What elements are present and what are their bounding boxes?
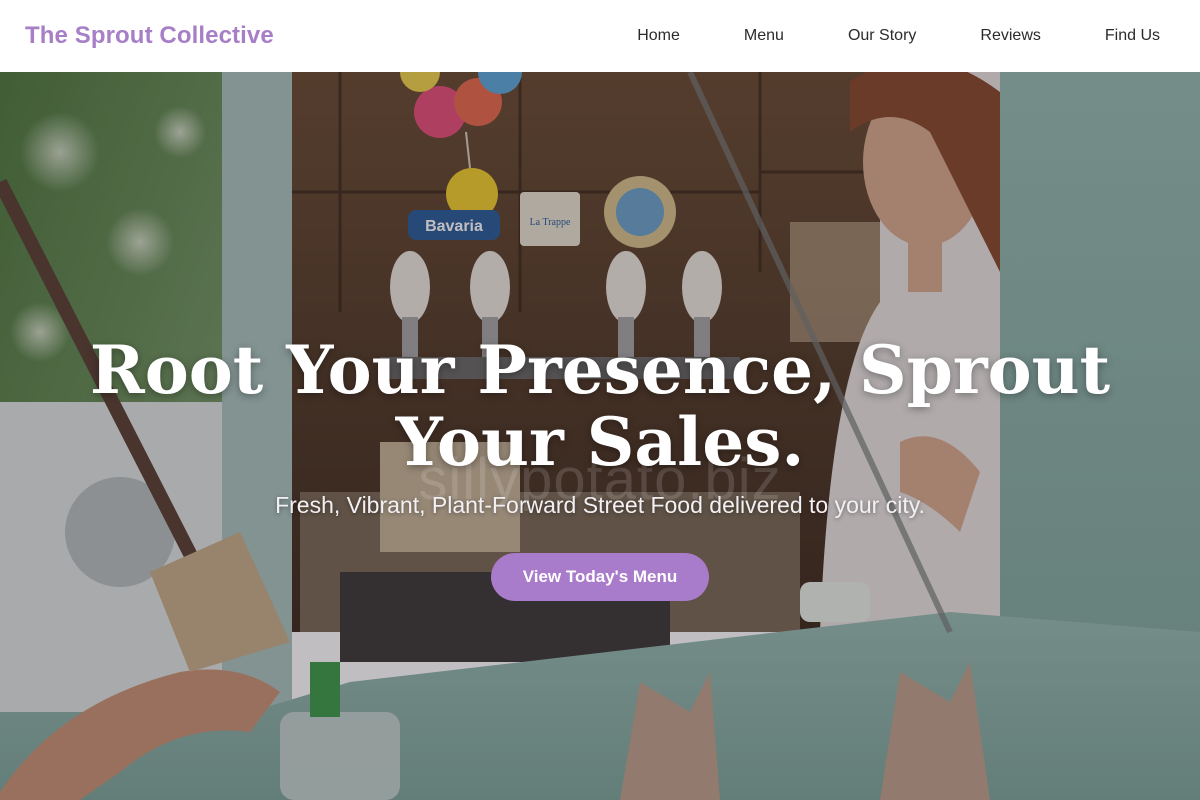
brand-logo-link[interactable]: The Sprout Collective	[25, 22, 274, 50]
nav-link-home[interactable]: Home	[637, 27, 680, 45]
site-header: The Sprout Collective Home Menu Our Stor…	[0, 0, 1200, 72]
view-menu-button[interactable]: View Today's Menu	[490, 553, 710, 601]
nav-link-menu[interactable]: Menu	[744, 27, 784, 45]
nav-link-reviews[interactable]: Reviews	[980, 27, 1040, 45]
hero-content: Root Your Presence, Sprout Your Sales. F…	[0, 334, 1200, 601]
nav-link-find-us[interactable]: Find Us	[1105, 27, 1160, 45]
nav-link-our-story[interactable]: Our Story	[848, 27, 916, 45]
hero-subtitle: Fresh, Vibrant, Plant-Forward Street Foo…	[275, 492, 925, 518]
hero-title: Root Your Presence, Sprout Your Sales.	[89, 331, 1111, 481]
hero-section: Bavaria La Trappe sillypotato.biz Root Y…	[0, 72, 1200, 800]
main-nav: Home Menu Our Story Reviews Find Us	[637, 27, 1160, 45]
